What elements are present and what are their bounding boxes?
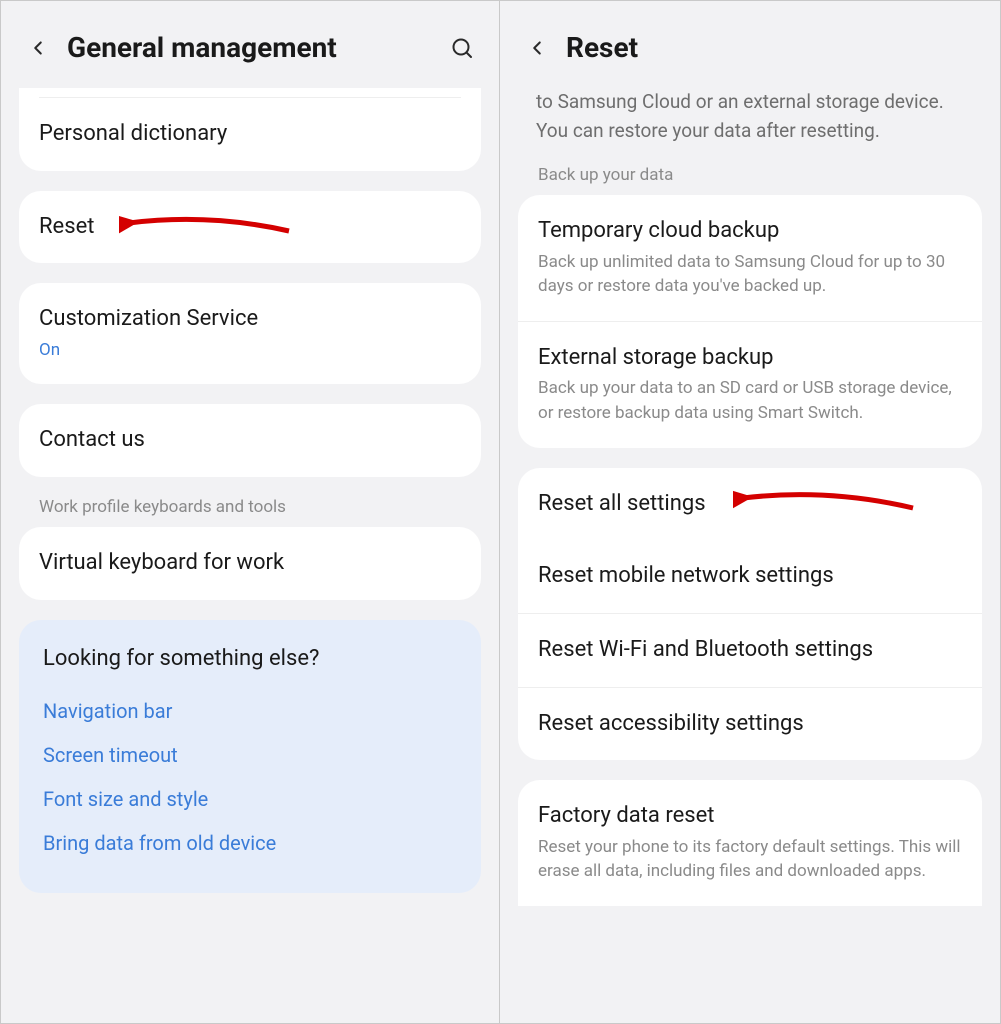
- row-factory-data-reset[interactable]: Factory data reset Reset your phone to i…: [518, 780, 982, 906]
- intro-text: to Samsung Cloud or an external storage …: [500, 88, 1000, 165]
- back-icon[interactable]: [23, 33, 53, 63]
- card-factory-reset: Factory data reset Reset your phone to i…: [518, 780, 982, 906]
- row-reset-all-settings[interactable]: Reset all settings: [518, 468, 982, 541]
- reset-wifi-bt-label: Reset Wi-Fi and Bluetooth settings: [538, 636, 962, 665]
- row-reset[interactable]: Reset: [19, 191, 481, 264]
- help-link-bring-data[interactable]: Bring data from old device: [43, 821, 457, 865]
- card-backup: Temporary cloud backup Back up unlimited…: [518, 195, 982, 448]
- card-customization-service: Customization Service On: [19, 283, 481, 384]
- card-reset: Reset: [19, 191, 481, 264]
- section-backup: Back up your data: [500, 165, 1000, 195]
- help-card: Looking for something else? Navigation b…: [19, 620, 481, 893]
- section-work-profile: Work profile keyboards and tools: [1, 497, 499, 527]
- factory-sub: Reset your phone to its factory default …: [538, 835, 962, 884]
- row-customization-service[interactable]: Customization Service On: [19, 283, 481, 384]
- factory-label: Factory data reset: [538, 802, 962, 831]
- customization-service-status: On: [39, 338, 461, 363]
- header-reset: Reset: [500, 1, 1000, 88]
- row-reset-mobile-network[interactable]: Reset mobile network settings: [518, 540, 982, 613]
- reset-mobile-label: Reset mobile network settings: [538, 562, 962, 591]
- row-reset-wifi-bluetooth[interactable]: Reset Wi-Fi and Bluetooth settings: [518, 613, 982, 687]
- external-storage-sub: Back up your data to an SD card or USB s…: [538, 376, 962, 425]
- header-general-management: General management: [1, 1, 499, 88]
- row-virtual-keyboard-work[interactable]: Virtual keyboard for work: [19, 527, 481, 600]
- virtual-keyboard-work-label: Virtual keyboard for work: [39, 549, 461, 578]
- page-title: General management: [67, 31, 433, 64]
- search-icon[interactable]: [447, 33, 477, 63]
- card-contact-us: Contact us: [19, 404, 481, 477]
- help-link-screen-timeout[interactable]: Screen timeout: [43, 733, 457, 777]
- row-external-storage-backup[interactable]: External storage backup Back up your dat…: [518, 321, 982, 448]
- row-reset-accessibility[interactable]: Reset accessibility settings: [518, 687, 982, 761]
- reset-accessibility-label: Reset accessibility settings: [538, 710, 962, 739]
- help-title: Looking for something else?: [43, 646, 457, 671]
- help-link-navigation-bar[interactable]: Navigation bar: [43, 689, 457, 733]
- back-icon[interactable]: [522, 33, 552, 63]
- left-panel: General management Personal dictionary R…: [1, 1, 500, 1023]
- external-storage-label: External storage backup: [538, 344, 962, 373]
- temp-cloud-label: Temporary cloud backup: [538, 217, 962, 246]
- card-virtual-keyboard-work: Virtual keyboard for work: [19, 527, 481, 600]
- temp-cloud-sub: Back up unlimited data to Samsung Cloud …: [538, 250, 962, 299]
- row-contact-us[interactable]: Contact us: [19, 404, 481, 477]
- reset-all-label: Reset all settings: [538, 490, 962, 519]
- personal-dictionary-label: Personal dictionary: [39, 120, 461, 149]
- reset-label: Reset: [39, 213, 461, 242]
- help-link-font-size-style[interactable]: Font size and style: [43, 777, 457, 821]
- card-reset-options: Reset all settings Reset mobile network …: [518, 468, 982, 760]
- customization-service-label: Customization Service: [39, 305, 461, 334]
- row-temporary-cloud-backup[interactable]: Temporary cloud backup Back up unlimited…: [518, 195, 982, 321]
- row-personal-dictionary[interactable]: Personal dictionary: [19, 98, 481, 171]
- contact-us-label: Contact us: [39, 426, 461, 455]
- page-title: Reset: [566, 31, 978, 64]
- right-panel: Reset to Samsung Cloud or an external st…: [500, 1, 1000, 1023]
- card-truncated: Personal dictionary: [19, 88, 481, 171]
